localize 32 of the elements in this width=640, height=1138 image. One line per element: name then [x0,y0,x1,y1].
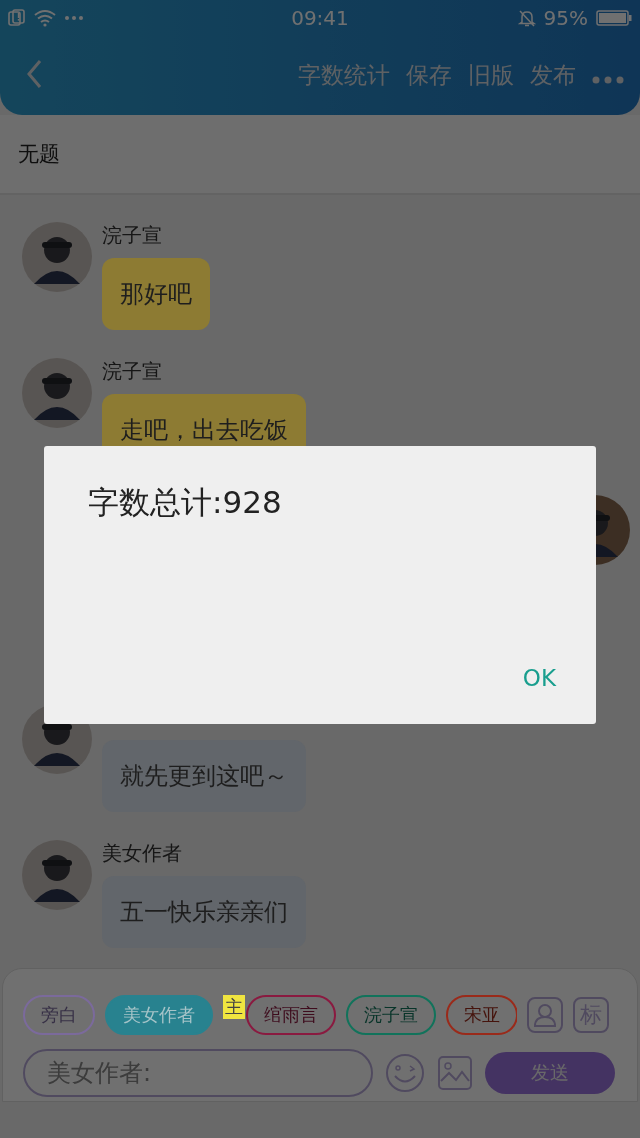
dialog-message: 字数总计:928 [88,483,282,522]
role-chip[interactable]: 绾雨言 [246,995,336,1035]
battery-icon [596,10,632,26]
message-bubble: 五一快乐亲亲们 [102,876,306,948]
more-icon [64,15,84,21]
header-action[interactable]: 保存 [400,56,458,95]
wifi-icon [34,9,56,27]
message-bubble: 就先更到这吧～ [102,740,306,812]
document-title: 无题 [18,141,60,168]
header-action[interactable]: 发布 [524,56,582,95]
role-chip[interactable]: 美女作者 [105,995,213,1035]
image-icon[interactable] [437,1055,473,1091]
ok-button[interactable]: OK [516,664,562,692]
mute-bell-icon [517,9,536,27]
role-chip[interactable]: 浣子宣 [346,995,436,1035]
battery-percent: 95% [543,6,588,30]
character-button[interactable] [527,997,563,1033]
lead-badge: 主 [223,995,245,1019]
sim-icon [8,9,26,27]
sender-name: 浣子宣 [102,222,162,248]
header-action[interactable]: 旧版 [462,56,520,95]
header-action[interactable]: 字数统计 [292,56,396,95]
status-time: 09:41 [291,6,349,30]
sender-name: 美女作者 [102,840,182,866]
role-chip[interactable]: 旁白 [23,995,95,1035]
back-icon [26,59,42,89]
emoji-icon[interactable] [385,1053,425,1093]
person-icon [532,1002,558,1028]
sender-name: 浣子宣 [102,358,162,384]
role-chip[interactable]: 宋亚 [446,995,517,1035]
more-icon [592,75,624,84]
message-bubble: 那好吧 [102,258,210,330]
